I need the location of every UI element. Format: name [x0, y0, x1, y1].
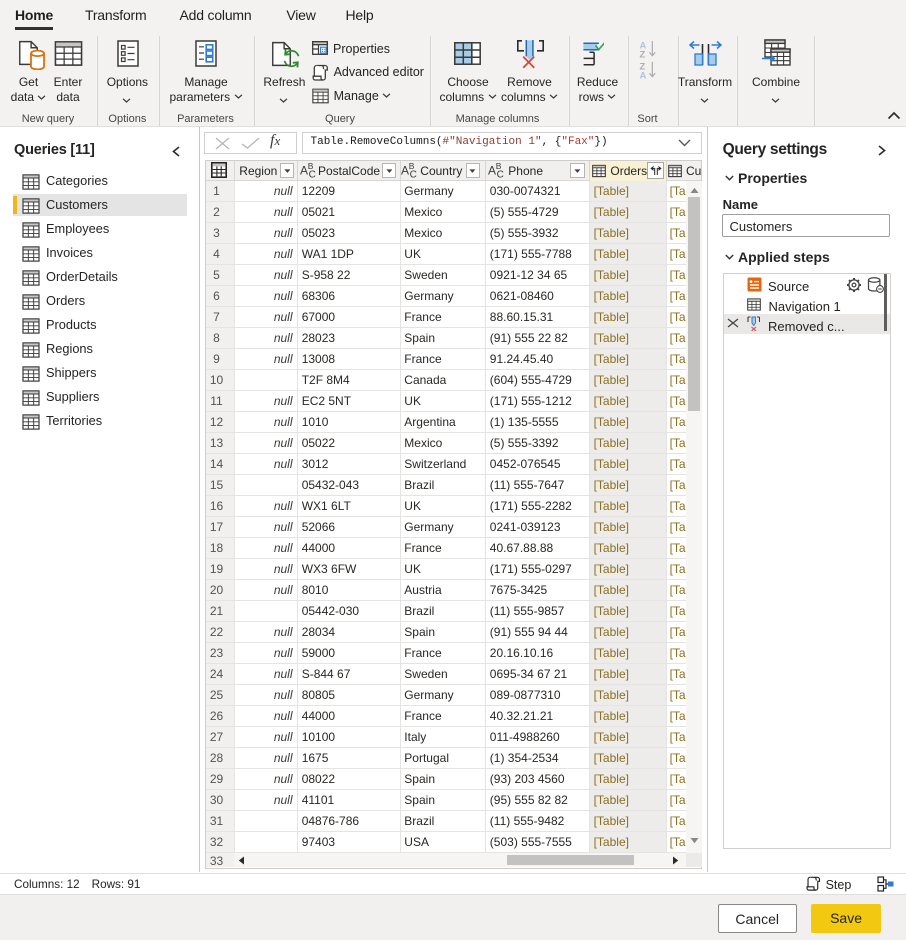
svg-text:C: C — [308, 170, 315, 179]
svg-text:Z: Z — [639, 50, 645, 61]
svg-text:C: C — [496, 170, 503, 179]
svg-text:C: C — [410, 170, 417, 179]
